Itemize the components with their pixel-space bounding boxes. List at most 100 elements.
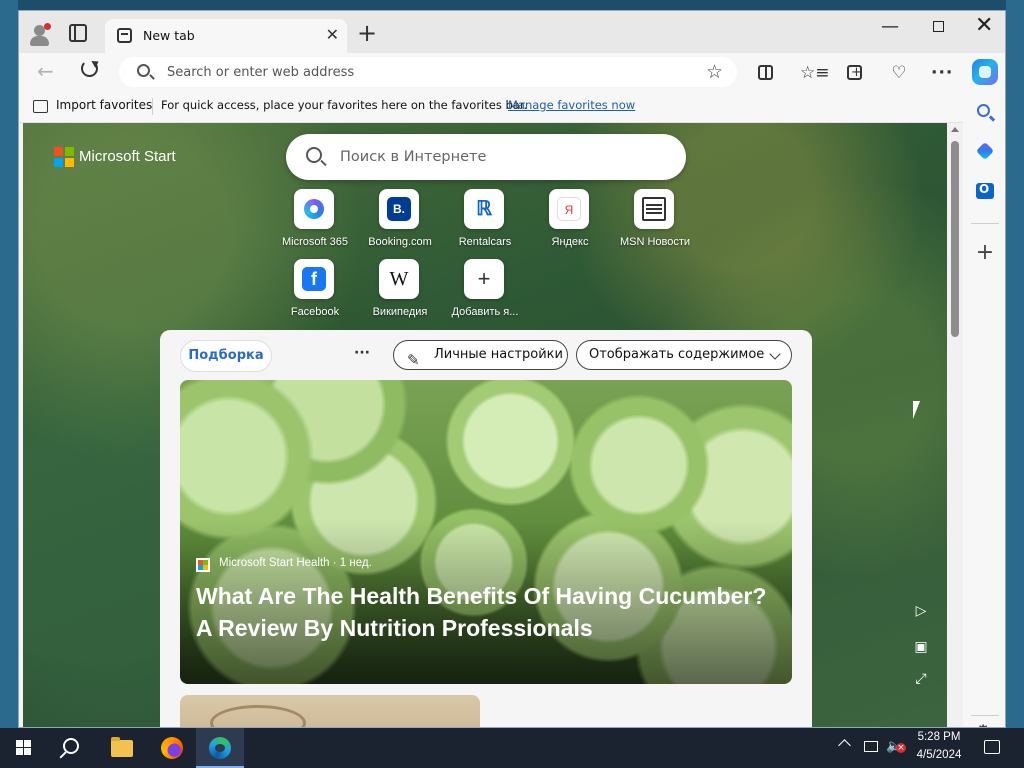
play-icon[interactable]: ▷ xyxy=(913,603,929,619)
yandex-icon: Я xyxy=(557,197,581,221)
mouse-cursor-icon xyxy=(913,401,927,419)
more-options-icon[interactable]: ··· xyxy=(931,62,953,84)
notification-center-icon[interactable] xyxy=(984,740,1000,754)
arrow-left-icon[interactable]: ← xyxy=(37,59,54,83)
quick-link-label: Booking.com xyxy=(368,236,432,248)
quick-link-rentalcars[interactable]: ℝ Rentalcars xyxy=(442,189,528,255)
edge-icon xyxy=(209,737,231,759)
microsoft-logo-icon xyxy=(54,147,74,167)
quick-link-label: Rentalcars xyxy=(458,236,512,248)
page-scrollbar[interactable] xyxy=(947,123,963,727)
hero-article-source: Microsoft Start Health · 1 нед. xyxy=(219,557,372,569)
web-search-input[interactable] xyxy=(340,134,660,180)
split-screen-icon[interactable] xyxy=(755,62,777,84)
quick-link-wikipedia[interactable]: W Википедия xyxy=(357,259,443,325)
quick-link-label: Microsoft 365 xyxy=(281,236,349,248)
quick-link-microsoft-365[interactable]: Microsoft 365 xyxy=(272,189,358,255)
edge-sidebar: + ⚙ xyxy=(963,91,1005,727)
msn-news-icon xyxy=(642,197,666,221)
microsoft-start-health-icon xyxy=(196,558,210,572)
personalize-label: Личные настройки xyxy=(434,347,563,362)
article-card[interactable] xyxy=(180,695,480,727)
new-tab-button[interactable]: + xyxy=(357,21,377,45)
chevron-up-icon[interactable] xyxy=(838,739,851,752)
tab-title: New tab xyxy=(143,28,195,43)
address-bar[interactable]: ☆ xyxy=(119,57,737,87)
microsoft-365-icon xyxy=(304,199,324,219)
sidebar-divider xyxy=(971,715,999,716)
image-icon[interactable]: ▣ xyxy=(913,639,929,655)
volume-muted-icon[interactable]: 🔈 xyxy=(886,739,907,754)
favorites-bar-tip: For quick access, place your favorites h… xyxy=(161,98,528,112)
quick-link-facebook[interactable]: f Facebook xyxy=(272,259,358,325)
import-favorites-button[interactable]: Import favorites xyxy=(56,98,152,112)
close-tab-icon[interactable]: ✕ xyxy=(326,26,339,44)
close-window-button[interactable]: ✕ xyxy=(975,13,993,38)
manage-favorites-link[interactable]: Manage favorites now xyxy=(508,98,635,112)
quick-link-booking[interactable]: B. Booking.com xyxy=(357,189,443,255)
desktop-background-left xyxy=(0,0,18,728)
import-icon[interactable] xyxy=(33,100,48,113)
taskbar: 🔈 5:28 PM 4/5/2024 xyxy=(0,728,1024,768)
personalize-button[interactable]: ✎ Личные настройки xyxy=(393,340,568,370)
scroll-thumb[interactable] xyxy=(951,141,959,337)
star-icon[interactable]: ☆ xyxy=(706,61,723,83)
web-search-box[interactable] xyxy=(286,134,686,180)
address-input[interactable] xyxy=(167,57,687,87)
scroll-up-icon[interactable] xyxy=(951,127,959,132)
maximize-button[interactable] xyxy=(933,21,944,32)
profile-icon[interactable] xyxy=(27,21,53,47)
sidebar-add-icon[interactable]: + xyxy=(975,242,995,264)
content-display-dropdown[interactable]: Отображать содержимое xyxy=(576,340,792,370)
feed-more-icon[interactable]: ··· xyxy=(354,340,370,366)
microsoft-start-brand[interactable]: Microsoft Start xyxy=(79,148,176,165)
sidebar-search-icon[interactable] xyxy=(975,103,995,123)
browser-essentials-icon[interactable]: ♡ xyxy=(888,62,910,84)
hero-article-title[interactable]: What Are The Health Benefits Of Having C… xyxy=(196,580,786,644)
windows-start-icon[interactable] xyxy=(16,740,32,756)
favorites-bar: Import favorites For quick access, place… xyxy=(19,91,963,123)
search-icon xyxy=(306,147,322,163)
search-icon xyxy=(137,64,150,77)
edge-taskbar-button[interactable] xyxy=(196,728,244,768)
booking-icon: B. xyxy=(387,197,411,221)
clock-date[interactable]: 4/5/2024 xyxy=(908,749,970,761)
quick-link-add-site[interactable]: + Добавить я... xyxy=(442,259,528,325)
collections-icon[interactable] xyxy=(844,62,866,84)
tab-new-tab[interactable]: New tab ✕ xyxy=(105,19,347,53)
sidebar-settings-icon[interactable]: ⚙ xyxy=(976,721,990,727)
clock-time[interactable]: 5:28 PM xyxy=(908,731,970,743)
outlook-icon[interactable] xyxy=(975,181,995,201)
browser-window: New tab ✕ + — ✕ ← ☆ ☆≡ ♡ ··· Import favo… xyxy=(18,10,1006,728)
news-feed: Подборка ··· ✎ Личные настройки Отобража… xyxy=(160,330,812,727)
hero-article-card[interactable]: Microsoft Start Health · 1 нед. What Are… xyxy=(180,380,792,684)
quick-link-msn-news[interactable]: MSN Новости xyxy=(612,189,698,255)
taskbar-search-icon[interactable] xyxy=(63,738,79,754)
sidebar-copilot-icon[interactable] xyxy=(975,141,995,161)
content-display-label: Отображать содержимое xyxy=(589,347,765,362)
firefox-icon[interactable] xyxy=(161,737,183,759)
refresh-icon[interactable] xyxy=(81,60,98,77)
wikipedia-icon: W xyxy=(387,267,411,291)
expand-icon[interactable]: ⤢ xyxy=(913,671,929,687)
quick-link-label: Добавить я... xyxy=(451,306,519,318)
sidebar-divider xyxy=(971,223,999,224)
quick-link-label: Яндекс xyxy=(551,236,589,248)
quick-link-label: Википедия xyxy=(372,306,428,318)
tab-actions-icon[interactable] xyxy=(69,24,87,42)
tab-feed-curated[interactable]: Подборка xyxy=(180,340,272,372)
favorites-icon[interactable]: ☆≡ xyxy=(800,62,829,84)
tab-strip: New tab ✕ + — ✕ xyxy=(19,11,1005,53)
quick-link-yandex[interactable]: Я Яндекс xyxy=(527,189,613,255)
desktop-background-right xyxy=(1006,0,1024,728)
quick-link-label: Facebook xyxy=(290,306,340,318)
file-explorer-icon[interactable] xyxy=(111,737,133,757)
sparkle-pencil-icon: ✎ xyxy=(407,351,420,369)
add-icon: + xyxy=(472,267,496,291)
copilot-icon[interactable] xyxy=(972,59,998,85)
quick-link-label: MSN Новости xyxy=(619,236,691,248)
chevron-down-icon xyxy=(769,348,781,360)
favbar-divider xyxy=(152,98,153,115)
network-icon[interactable] xyxy=(864,741,878,752)
minimize-button[interactable]: — xyxy=(881,16,899,37)
